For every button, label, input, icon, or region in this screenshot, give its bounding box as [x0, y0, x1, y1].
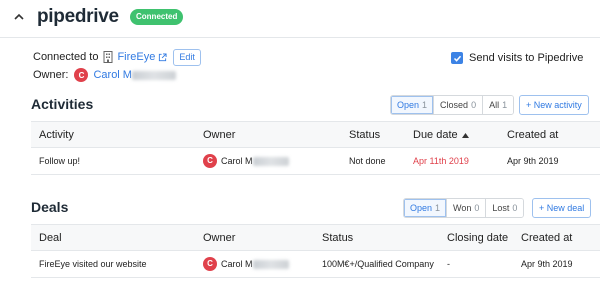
deals-filter-won[interactable]: Won 0	[447, 199, 487, 217]
deals-filter-open[interactable]: Open 1	[404, 199, 448, 217]
deals-title: Deals	[31, 199, 69, 215]
activity-status: Not done	[349, 156, 386, 166]
owner-link[interactable]: Carol M	[93, 69, 176, 81]
column-header-owner[interactable]: Owner	[203, 122, 235, 148]
activity-owner: C Carol M	[203, 148, 289, 175]
new-activity-button[interactable]: + New activity	[519, 95, 589, 115]
column-header-created-at[interactable]: Created at	[521, 225, 572, 251]
sort-ascending-icon	[461, 132, 469, 138]
avatar: C	[203, 153, 217, 168]
table-row: FireEye visited our website C Carol M 100…	[31, 251, 600, 278]
activities-filter-group: Open 1 Closed 0 All 1	[390, 95, 515, 115]
chevron-up-icon[interactable]	[13, 11, 25, 23]
send-visits-label: Send visits to Pipedrive	[469, 52, 584, 64]
activities-table: Activity Owner Status Due date Created a…	[31, 121, 600, 175]
redacted-surname	[252, 157, 289, 167]
deals-filter-lost[interactable]: Lost 0	[486, 199, 524, 217]
redacted-surname	[252, 260, 289, 270]
column-header-label: Due date	[413, 129, 458, 141]
avatar: C	[203, 256, 217, 271]
organization-link[interactable]: FireEye	[117, 51, 155, 63]
column-header-due-date[interactable]: Due date	[413, 122, 469, 148]
activity-due-date: Apr 11th 2019	[413, 156, 469, 166]
table-header: Activity Owner Status Due date Created a…	[31, 122, 600, 148]
filter-count: 1	[435, 203, 441, 213]
column-header-created-at[interactable]: Created at	[507, 122, 558, 148]
deal-created-at: Apr 9th 2019	[521, 259, 573, 269]
filter-label: All	[489, 100, 500, 110]
deals-table: Deal Owner Status Closing date Created a…	[31, 224, 600, 278]
deal-owner: C Carol M	[203, 251, 289, 278]
avatar: C	[74, 68, 89, 82]
connected-badge: Connected	[130, 9, 184, 25]
owner-row: Owner: C Carol M	[33, 67, 176, 83]
activity-created-at: Apr 9th 2019	[507, 156, 559, 166]
filter-count: 1	[422, 100, 428, 110]
table-row: Follow up! C Carol M Not done Apr 11th 20…	[31, 148, 600, 175]
filter-label: Lost	[492, 203, 510, 213]
connected-to-label: Connected to	[33, 51, 99, 63]
activity-link[interactable]: Follow up!	[39, 148, 80, 175]
integration-header: pipedrive Connected	[0, 0, 600, 38]
activities-filter-closed[interactable]: Closed 0	[434, 96, 484, 114]
redacted-surname	[131, 70, 176, 80]
building-icon	[103, 51, 113, 63]
filter-label: Open	[397, 100, 420, 110]
column-header-closing-date[interactable]: Closing date	[447, 225, 508, 251]
filter-label: Open	[410, 203, 433, 213]
activities-filter-open[interactable]: Open 1	[391, 96, 435, 114]
owner-label: Owner:	[33, 69, 69, 81]
edit-connection-button[interactable]: Edit	[173, 48, 201, 66]
deals-filter-group: Open 1 Won 0 Lost 0	[403, 198, 525, 218]
send-visits-setting[interactable]: Send visits to Pipedrive	[451, 51, 583, 65]
column-header-status[interactable]: Status	[349, 122, 380, 148]
send-visits-checkbox[interactable]	[451, 52, 463, 64]
new-deal-button[interactable]: + New deal	[532, 198, 592, 218]
filter-count: 0	[512, 203, 518, 213]
column-header-deal[interactable]: Deal	[39, 225, 62, 251]
deal-status: 100M€+/Qualified Company	[322, 259, 434, 269]
activities-filter-all[interactable]: All 1	[483, 96, 514, 114]
filter-label: Won	[453, 203, 472, 213]
pipedrive-logo: pipedrive	[37, 6, 119, 27]
filter-label: Closed	[440, 100, 469, 110]
column-header-activity[interactable]: Activity	[39, 122, 74, 148]
filter-count: 1	[502, 100, 508, 110]
column-header-owner[interactable]: Owner	[203, 225, 235, 251]
owner-name: Carol M	[221, 259, 253, 269]
activities-title: Activities	[31, 96, 94, 112]
table-header: Deal Owner Status Closing date Created a…	[31, 225, 600, 251]
filter-count: 0	[474, 203, 480, 213]
connection-row: Connected to FireEye Edit	[33, 48, 201, 66]
deal-link[interactable]: FireEye visited our website	[39, 251, 147, 278]
external-link-icon[interactable]	[158, 52, 167, 62]
column-header-status[interactable]: Status	[322, 225, 353, 251]
deal-closing-date: -	[447, 259, 450, 269]
owner-name: Carol M	[221, 156, 253, 166]
checkmark-icon	[453, 55, 461, 62]
owner-name: Carol M	[93, 69, 132, 81]
filter-count: 0	[471, 100, 477, 110]
